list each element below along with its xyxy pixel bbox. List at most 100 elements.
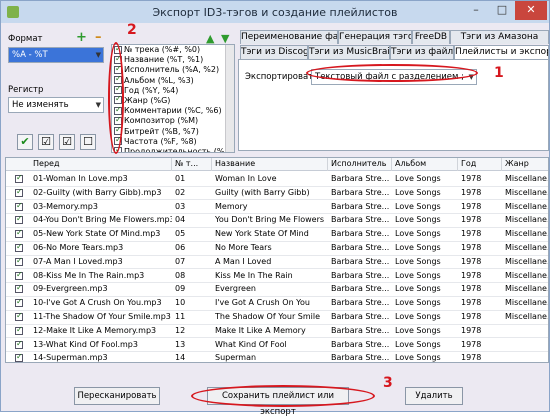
tab-item[interactable]: Плейлисты и экспорт [454,45,549,59]
tag-field-item[interactable]: Исполнитель (%A, %2) [112,64,234,75]
column-header[interactable]: Год [458,158,502,171]
cell-title: The Shadow Of Your Smile [215,312,321,321]
cell-artist: Barbara Stre... [331,353,390,363]
table-row[interactable]: 04-You Don't Bring Me Flowers.mp304 You D… [6,213,548,228]
tag-field-item[interactable]: Название (%T, %1) [112,54,234,65]
cell-genre: Miscellane... [505,215,549,225]
cell-genre: Miscellane... [505,312,549,321]
file-table[interactable]: Перед № т... Название Исполнитель Альбом Год Ж… [5,157,549,363]
table-row[interactable]: 06-No More Tears.mp3 06 No More Tears Barba… [6,241,548,256]
cell-num: 07 [175,256,186,266]
column-header[interactable]: № т... [172,158,212,171]
case-combo[interactable]: Не изменять ▼ [8,97,104,113]
cell-title: No More Tears [215,243,272,252]
row-checkbox[interactable] [15,228,23,239]
tag-field-item[interactable]: Комментарии (%C, %6) [112,105,234,116]
cell-file: 14-Superman.mp3 [33,353,108,363]
tab-item[interactable]: Тэги из MusicBrainz [308,45,390,59]
tab-item[interactable]: Тэги из файла [390,45,454,59]
column-header[interactable]: Исполнитель [328,158,392,171]
row-checkbox[interactable] [15,339,23,349]
add-icon[interactable]: + [76,31,87,44]
table-row[interactable]: 14-Superman.mp3 14 Superman Barbara Stre...… [6,351,548,363]
table-row[interactable]: 13-What Kind Of Fool.mp3 13 What Kind Of F… [6,338,548,353]
row-checkbox[interactable] [15,187,23,197]
column-header[interactable]: Название [212,158,328,171]
cell-album: Love Songs [395,312,441,321]
format-combo[interactable]: %A - %T ▼ [8,47,104,63]
cell-genre: Miscellane... [505,187,549,197]
tag-field-item[interactable]: Жанр (%G) [112,94,234,106]
tab-item[interactable]: Тэги из Discogs [240,45,308,59]
cell-title: I've Got A Crush On You [215,298,310,308]
remove-icon[interactable]: – [95,31,102,44]
minimize-button[interactable]: – [463,1,489,20]
cell-album: Love Songs [395,174,441,183]
field-list-scrollbar[interactable] [225,45,234,152]
cell-title: Guilty (with Barry Gibb) [215,187,310,197]
tag-field-item[interactable]: № трека (%#, %0) [112,45,234,55]
row-checkbox[interactable] [15,242,23,252]
row-checkbox[interactable] [15,201,23,211]
tab-item[interactable]: Генерация тэгов [338,30,412,44]
table-row[interactable]: 10-I've Got A Crush On You.mp3 10 I've Got… [6,296,548,311]
invert-button[interactable]: ☑ [59,134,75,150]
column-header[interactable]: Перед [30,158,172,171]
row-checkbox[interactable] [15,352,23,362]
column-header[interactable]: Жанр [502,158,548,171]
tag-field-rows: № трека (%#, %0)Название (%T, %1)Исполни… [112,45,234,152]
maximize-button[interactable]: □ [489,1,515,20]
check-all-button[interactable]: ✔ [17,134,33,150]
field-label: Год (%Y, %4) [124,85,179,95]
tag-field-item[interactable]: Частота (%F, %8) [112,135,234,147]
tab-item[interactable]: Тэги из Амазона [450,30,549,44]
annotation-number-2: 2 [127,22,137,38]
rescan-button[interactable]: Пересканировать [74,387,160,405]
cell-album: Love Songs [395,229,441,239]
tag-field-item[interactable]: Продолжительность (%L [112,145,234,152]
column-header[interactable]: Альбом [392,158,458,171]
tag-field-item[interactable]: Год (%Y, %4) [112,84,234,96]
cell-num: 11 [175,312,186,321]
row-checkbox[interactable] [15,214,23,225]
table-row[interactable]: 07-A Man I Loved.mp3 07 A Man I Loved Barba… [6,255,548,270]
tag-field-item[interactable]: Альбом (%L, %3) [112,74,234,86]
row-checkbox[interactable] [15,256,23,266]
move-down-icon[interactable]: ▼ [221,33,229,45]
table-row[interactable]: 02-Guilty (with Barry Gibb).mp3 02 Guilty … [6,186,548,201]
cell-genre: Miscellane... [505,256,549,266]
row-checkbox[interactable] [15,270,23,280]
row-checkbox[interactable] [15,297,23,308]
table-row[interactable]: 12-Make It Like A Memory.mp3 12 Make It Li… [6,324,548,339]
cell-file: 05-New York State Of Mind.mp3 [33,229,161,239]
tag-field-item[interactable]: Битрейт (%B, %7) [112,125,234,137]
row-checkbox[interactable] [15,325,23,335]
delete-button[interactable]: Удалить [405,387,463,405]
annotation-ring-3 [191,385,375,407]
table-row[interactable]: 03-Memory.mp3 03 Memory Barbara Stre... Love… [6,200,548,215]
cell-genre: Miscellane... [505,298,549,308]
close-button[interactable]: ✕ [515,1,547,20]
cell-year: 1978 [461,256,482,266]
annotation-ring-1 [306,64,478,82]
table-row[interactable]: 11-The Shadow Of Your Smile.mp3 11 The Sha… [6,310,548,325]
tab-item[interactable]: Переименование файлы [240,30,338,44]
table-row[interactable]: 09-Evergreen.mp3 09 Evergreen Barbara Stre.… [6,282,548,297]
tab-item[interactable]: FreeDB [412,30,450,44]
row-checkbox[interactable] [15,173,23,183]
table-row[interactable]: 05-New York State Of Mind.mp3 05 New York … [6,227,548,242]
cell-title: A Man I Loved [215,256,272,266]
cell-year: 1978 [461,243,482,252]
move-up-icon[interactable]: ▲ [206,33,214,45]
tag-field-list[interactable]: № трека (%#, %0)Название (%T, %1)Исполни… [111,44,235,153]
table-row[interactable]: 08-Kiss Me In The Rain.mp3 08 Kiss Me In T… [6,269,548,284]
tag-field-item[interactable]: Композитор (%M) [112,115,234,126]
row-checkbox[interactable] [15,311,23,321]
cell-year: 1978 [461,174,482,183]
title-bar[interactable]: Экспорт ID3-тэгов и создание плейлистов … [1,1,549,23]
uncheck-all-button[interactable]: ☐ [80,134,96,150]
row-checkbox[interactable] [15,283,23,294]
table-row[interactable]: 01-Woman In Love.mp3 01 Woman In Love Barba… [6,172,548,187]
check-selected-button[interactable]: ☑ [38,134,54,150]
cell-artist: Barbara Stre... [331,215,390,225]
